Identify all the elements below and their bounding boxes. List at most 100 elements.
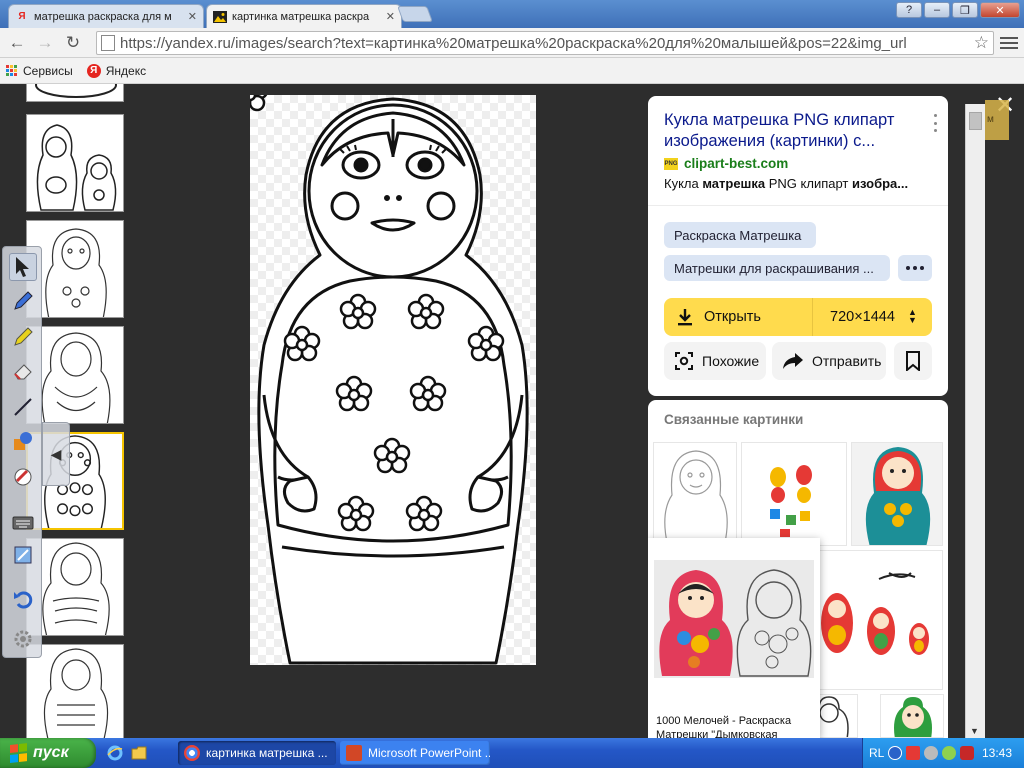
panel-scrollbar[interactable]: ▼ xyxy=(965,104,985,738)
close-tab-icon[interactable]: ✕ xyxy=(188,10,197,23)
scrollbar-thumb[interactable] xyxy=(969,112,982,130)
main-image[interactable] xyxy=(231,84,536,665)
image-size-select[interactable]: 720×1444 xyxy=(830,309,895,325)
toolbar-collapse-handle[interactable]: ◀ xyxy=(42,422,70,486)
annotation-toolbar xyxy=(2,246,42,658)
windows-taskbar: пуск картинка матрешка ... Microsoft Pow… xyxy=(0,738,1024,768)
tab-title: матрешка раскраска для м xyxy=(34,10,172,23)
system-tray: RL 13:43 xyxy=(862,738,1024,768)
tab-title: картинка матрешка раскра xyxy=(232,10,370,23)
yandex-icon: Я xyxy=(18,11,26,22)
bookmarks-bar: Сервисы Я Яндекс xyxy=(0,58,1024,84)
taskbar-item-label: картинка матрешка ... xyxy=(206,746,328,760)
related-image[interactable] xyxy=(653,442,737,546)
page-icon xyxy=(101,35,115,51)
images-icon xyxy=(213,10,227,24)
more-tags-button[interactable] xyxy=(898,255,932,281)
related-image[interactable] xyxy=(818,550,943,690)
more-options-icon[interactable] xyxy=(930,114,940,132)
start-button[interactable]: пуск xyxy=(0,738,96,768)
related-image-hover-card[interactable]: 1000 Мелочей - Раскраска Матрешки "Дымко… xyxy=(648,538,820,738)
tray-app-icon[interactable] xyxy=(906,746,921,760)
png-badge-icon: PNG xyxy=(664,157,678,170)
eraser-tool[interactable] xyxy=(9,357,37,385)
folder-quicklaunch-icon[interactable] xyxy=(130,744,148,762)
source-site-link[interactable]: PNG clipart-best.com xyxy=(664,156,788,171)
related-image-caption: 1000 Мелочей - Раскраска Матрешки "Дымко… xyxy=(656,715,792,738)
pen-tool[interactable] xyxy=(9,287,37,315)
clock: 13:43 xyxy=(981,746,1012,760)
similar-button[interactable]: Похожие xyxy=(664,342,766,380)
restore-button[interactable]: ❐ xyxy=(952,2,978,18)
download-icon xyxy=(676,308,694,326)
tray-arrow-icon[interactable] xyxy=(888,746,903,760)
browser-menu-icon[interactable] xyxy=(1000,34,1018,52)
start-label: пуск xyxy=(33,744,69,761)
apps-grid-icon xyxy=(6,64,18,77)
bookmark-button[interactable] xyxy=(894,342,932,380)
settings-gear-icon[interactable] xyxy=(9,625,37,653)
taskbar-item-browser[interactable]: картинка матрешка ... xyxy=(178,741,336,765)
background-badge: м xyxy=(985,100,1009,140)
share-button[interactable]: Отправить xyxy=(772,342,886,380)
taskbar-item-label: Microsoft PowerPoint ... xyxy=(368,746,490,760)
reload-button[interactable]: ↻ xyxy=(62,32,84,54)
browser-toolbar: ← → ↻ https://yandex.ru/images/search?te… xyxy=(0,28,1024,58)
color-picker-tool[interactable] xyxy=(9,463,37,491)
bookmark-star-icon[interactable]: ☆ xyxy=(970,33,989,53)
undo-icon[interactable] xyxy=(9,585,37,613)
bookmark-yandex[interactable]: Я Яндекс xyxy=(86,63,147,78)
similar-label: Похожие xyxy=(702,353,760,369)
button-divider xyxy=(812,298,813,336)
keyboard-tool[interactable] xyxy=(9,509,37,537)
tab-matryoshka-raskraska[interactable]: Я матрешка раскраска для м ✕ xyxy=(8,4,204,28)
desc-part: Кукла xyxy=(664,176,703,191)
divider xyxy=(648,205,948,206)
minimize-button[interactable]: – xyxy=(924,2,950,18)
related-image[interactable] xyxy=(851,442,943,546)
bookmark-icon xyxy=(905,351,921,371)
forward-button[interactable]: → xyxy=(34,32,56,54)
open-label: Открыть xyxy=(704,309,761,325)
help-button[interactable]: ? xyxy=(896,2,922,18)
related-images-section: Связанные картинки 1000 Мелочей - Раскра… xyxy=(648,400,948,738)
similar-scan-icon xyxy=(674,351,694,371)
tab-kartinka-matryoshka[interactable]: картинка матрешка раскра ✕ xyxy=(206,4,402,28)
taskbar-item-powerpoint[interactable]: Microsoft PowerPoint ... xyxy=(340,741,490,765)
ie-quicklaunch-icon[interactable] xyxy=(106,744,124,762)
close-window-button[interactable]: ✕ xyxy=(980,2,1020,18)
new-tab-button[interactable] xyxy=(397,6,433,22)
powerpoint-icon xyxy=(346,745,362,761)
bookmark-label: Сервисы xyxy=(23,63,73,78)
bookmark-label: Яндекс xyxy=(105,63,147,78)
highlighter-tool[interactable] xyxy=(9,323,37,351)
arrow-pointer-tool[interactable] xyxy=(9,253,37,281)
yandex-icon: Я xyxy=(86,63,101,78)
tray-status-icon[interactable] xyxy=(942,746,957,760)
thumbnail[interactable] xyxy=(26,84,124,102)
thumbnail[interactable] xyxy=(26,114,124,212)
related-image[interactable] xyxy=(880,694,944,738)
language-indicator[interactable]: RL xyxy=(869,746,884,760)
scroll-down-icon[interactable]: ▼ xyxy=(970,726,979,736)
close-tab-icon[interactable]: ✕ xyxy=(386,10,395,23)
image-title-link[interactable]: Кукла матрешка PNG клипарт изображения (… xyxy=(664,110,926,152)
desc-part: PNG клипарт xyxy=(765,176,852,191)
tag-matryoshki-dlya-raskrashivaniya[interactable]: Матрешки для раскрашивания ... xyxy=(664,255,890,281)
screen-capture-tool[interactable] xyxy=(9,541,37,569)
address-bar[interactable]: https://yandex.ru/images/search?text=кар… xyxy=(96,31,994,55)
tray-network-icon[interactable] xyxy=(924,746,939,760)
tag-raskraska-matryoshka[interactable]: Раскраска Матрешка xyxy=(664,222,816,248)
tray-security-shield-icon[interactable] xyxy=(960,746,975,760)
windows-flag-icon xyxy=(10,743,28,763)
image-description: Кукла матрешка PNG клипарт изобра... xyxy=(664,176,934,191)
share-label: Отправить xyxy=(812,353,882,369)
shapes-tool[interactable] xyxy=(9,427,37,455)
open-image-button[interactable]: Открыть 720×1444 ▲ ▼ xyxy=(664,298,932,336)
related-image[interactable] xyxy=(741,442,847,546)
thumbnail[interactable] xyxy=(26,644,124,738)
sort-updown-icon[interactable]: ▲ ▼ xyxy=(908,308,917,325)
line-tool[interactable] xyxy=(9,393,37,421)
back-button[interactable]: ← xyxy=(6,32,28,54)
bookmark-services[interactable]: Сервисы xyxy=(6,64,73,78)
